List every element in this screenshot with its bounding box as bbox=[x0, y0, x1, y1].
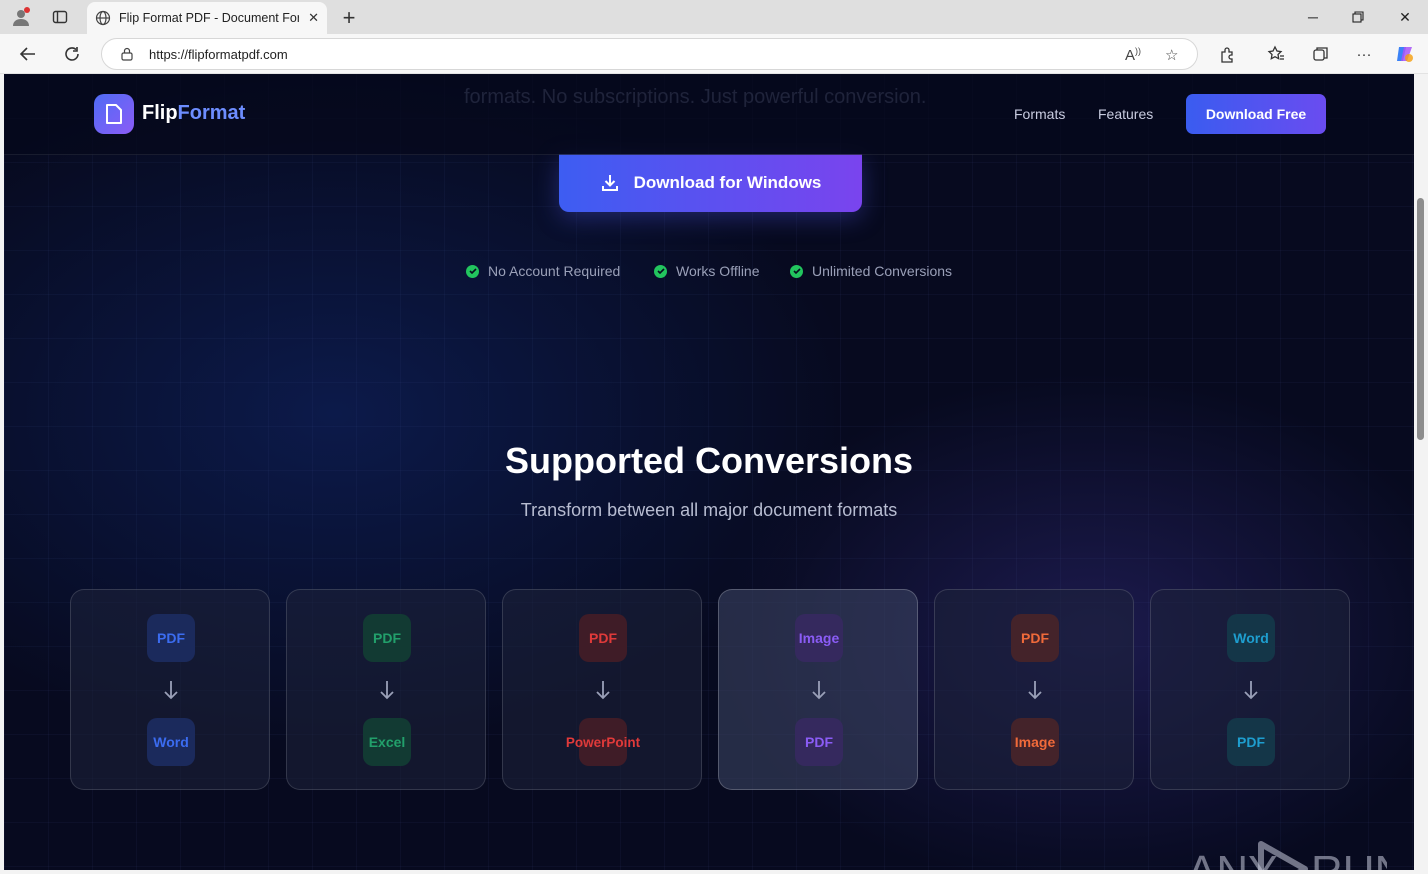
section-subtitle: Transform between all major document for… bbox=[520, 500, 898, 520]
web-page: Download for Windows No Account Required… bbox=[4, 74, 1414, 870]
address-bar[interactable]: https://flipformatpdf.com A)) ☆ bbox=[101, 38, 1198, 70]
arrow-down-icon bbox=[380, 681, 394, 700]
logo-text[interactable]: FlipFormat bbox=[142, 102, 245, 125]
favorite-star-icon[interactable]: ☆ bbox=[1165, 46, 1178, 64]
more-options-icon[interactable]: ··· bbox=[1353, 43, 1375, 65]
watermark-text-run: RUN bbox=[1311, 847, 1387, 870]
check-icon bbox=[654, 264, 667, 278]
format-chip-from: Word bbox=[1227, 614, 1275, 662]
refresh-icon[interactable] bbox=[60, 42, 84, 66]
extensions-icon[interactable] bbox=[1216, 43, 1238, 65]
download-icon bbox=[601, 175, 618, 191]
restore-icon[interactable] bbox=[1346, 6, 1370, 28]
close-window-icon[interactable]: ✕ bbox=[1393, 6, 1417, 28]
download-free-button[interactable]: Download Free bbox=[1186, 94, 1326, 134]
badge-unlimited: Unlimited Conversions bbox=[790, 263, 952, 279]
section-title: Supported Conversions bbox=[504, 440, 914, 481]
new-tab-icon[interactable]: + bbox=[338, 5, 360, 31]
badge-no-account: No Account Required bbox=[466, 263, 620, 279]
badge-label: Works Offline bbox=[676, 263, 760, 279]
format-chip-from: PDF bbox=[579, 614, 627, 662]
profile-icon[interactable] bbox=[10, 6, 32, 28]
format-chip-to: PDF bbox=[1227, 718, 1275, 766]
logo-text-flip: Flip bbox=[142, 102, 178, 124]
collections-icon[interactable] bbox=[1309, 43, 1331, 65]
conversion-card-pdf-powerpoint[interactable]: PDF PowerPoint bbox=[502, 589, 702, 790]
conversion-card-pdf-word[interactable]: PDF Word bbox=[70, 589, 270, 790]
conversion-card-word-pdf[interactable]: Word PDF bbox=[1150, 589, 1350, 790]
format-chip-from: PDF bbox=[1011, 614, 1059, 662]
nav-formats[interactable]: Formats bbox=[1014, 106, 1065, 122]
badge-label: Unlimited Conversions bbox=[812, 263, 953, 279]
check-icon bbox=[790, 264, 803, 278]
check-icon bbox=[466, 264, 479, 278]
favorites-icon[interactable] bbox=[1265, 43, 1287, 65]
minimize-icon[interactable]: ─ bbox=[1301, 6, 1325, 28]
arrow-down-icon bbox=[1028, 681, 1042, 700]
window-bottom-edge bbox=[0, 870, 1428, 874]
browser-titlebar: Flip Format PDF - Document Form ✕ + ─ ✕ bbox=[0, 0, 1428, 34]
logo-text-format: Format bbox=[177, 102, 246, 124]
scrollbar-thumb[interactable] bbox=[1417, 198, 1424, 440]
format-chip-from: PDF bbox=[147, 614, 195, 662]
browser-toolbar: https://flipformatpdf.com A)) ☆ ··· bbox=[0, 34, 1428, 74]
anyrun-watermark-logo: ANY RUN bbox=[1187, 841, 1387, 870]
conversion-card-pdf-image[interactable]: PDF Image bbox=[934, 589, 1134, 790]
format-chip-to: PDF bbox=[795, 718, 843, 766]
badge-label: No Account Required bbox=[488, 263, 621, 279]
tab-title: Flip Format PDF - Document Form bbox=[119, 11, 299, 25]
format-chip-to: Excel bbox=[363, 718, 411, 766]
site-info-icon[interactable] bbox=[120, 47, 134, 61]
conversion-card-image-pdf[interactable]: Image PDF bbox=[718, 589, 918, 790]
active-tab[interactable]: Flip Format PDF - Document Form ✕ bbox=[87, 2, 327, 34]
nav-features[interactable]: Features bbox=[1098, 106, 1153, 122]
arrow-down-icon bbox=[812, 681, 826, 700]
read-aloud-icon[interactable]: A)) bbox=[1125, 46, 1141, 64]
format-chip-to: Word bbox=[147, 718, 195, 766]
badge-works-offline: Works Offline bbox=[654, 263, 760, 279]
page-scrollbar[interactable] bbox=[1414, 74, 1428, 870]
format-chip-to: PowerPoint bbox=[566, 718, 640, 766]
copilot-icon[interactable] bbox=[1394, 43, 1416, 65]
arrow-down-icon bbox=[164, 681, 178, 700]
arrow-down-icon bbox=[596, 681, 610, 700]
conversion-card-pdf-excel[interactable]: PDF Excel bbox=[286, 589, 486, 790]
url-text: https://flipformatpdf.com bbox=[149, 47, 288, 62]
download-windows-label: Download for Windows bbox=[633, 173, 822, 192]
arrow-down-icon bbox=[1244, 681, 1258, 700]
globe-icon bbox=[95, 10, 111, 26]
download-windows-button[interactable]: Download for Windows bbox=[559, 154, 862, 212]
close-tab-icon[interactable]: ✕ bbox=[308, 10, 319, 26]
format-chip-from: Image bbox=[795, 614, 843, 662]
back-icon[interactable] bbox=[16, 42, 40, 66]
format-chip-to: Image bbox=[1011, 718, 1059, 766]
format-chip-from: PDF bbox=[363, 614, 411, 662]
logo-document-icon[interactable] bbox=[94, 94, 134, 134]
hero-tagline-behind-header: formats. No subscriptions. Just powerful… bbox=[464, 86, 927, 108]
tab-actions-icon[interactable] bbox=[49, 6, 71, 28]
site-header: formats. No subscriptions. Just powerful… bbox=[4, 74, 1414, 155]
